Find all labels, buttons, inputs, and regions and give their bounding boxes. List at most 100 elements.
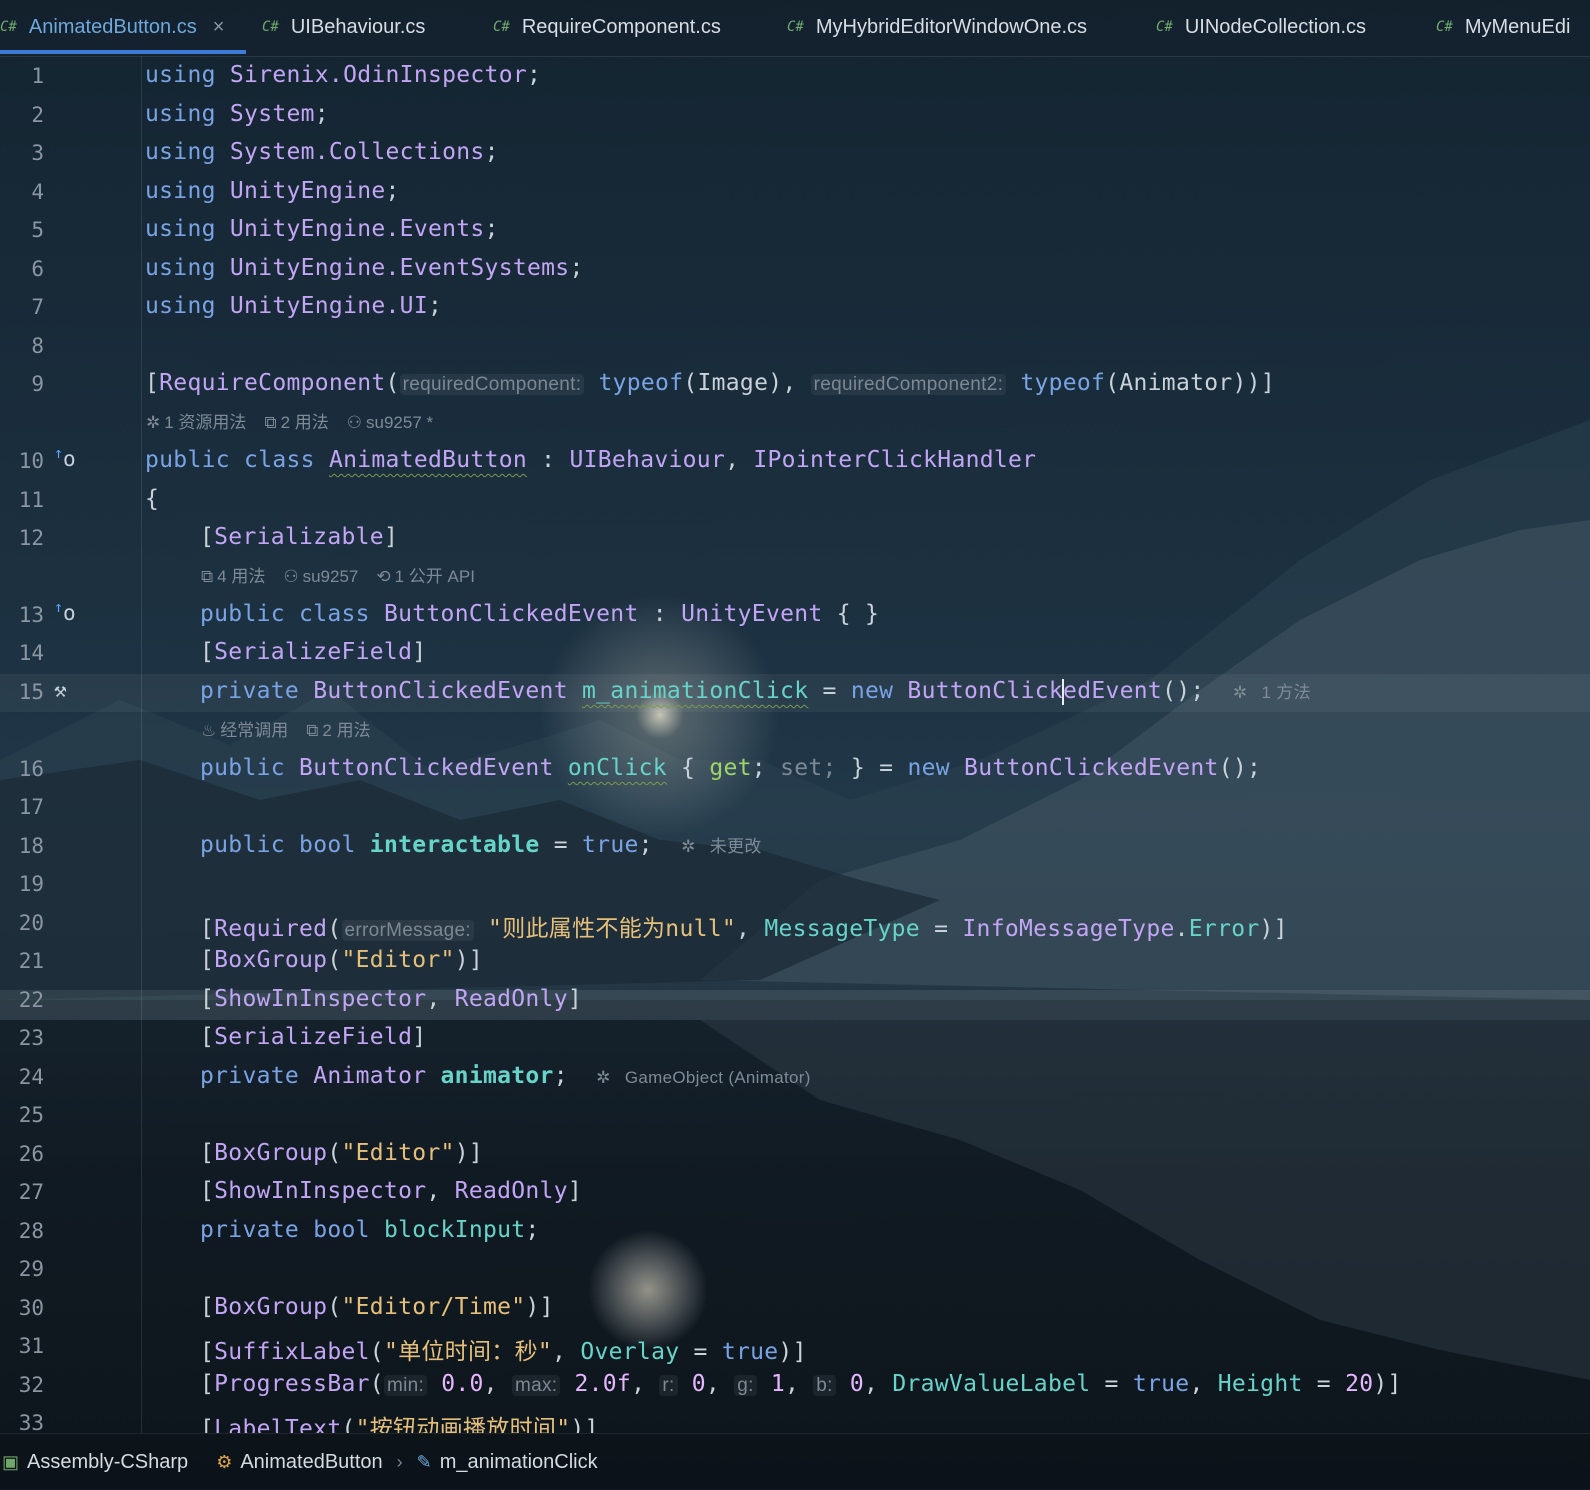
code-line[interactable]: 21 [BoxGroup("Editor")] <box>0 943 1590 981</box>
lens-frequently-called[interactable]: 经常调用 <box>220 721 288 740</box>
parameter-hint: max: <box>511 1375 561 1396</box>
args: (Animator))] <box>1105 370 1275 396</box>
code-line[interactable]: 7 using UnityEngine.UI; <box>0 289 1590 327</box>
punct: ( <box>327 1140 342 1166</box>
keyword: true <box>1132 1371 1190 1397</box>
keyword: class <box>299 601 370 627</box>
tab-uinodecollection[interactable]: C# UINodeCollection.cs <box>1156 0 1366 54</box>
code-line[interactable]: 17 <box>0 789 1590 827</box>
code-text: [BoxGroup("Editor")] <box>200 947 483 973</box>
code-text: [ShowInInspector, ReadOnly] <box>200 1178 582 1204</box>
punct: (); <box>1218 755 1262 781</box>
tab-mymenueditor[interactable]: C# MyMenuEdi <box>1436 0 1570 54</box>
tab-myhybrideditorwindowone[interactable]: C# MyHybridEditorWindowOne.cs <box>787 0 1087 54</box>
keyword: using <box>145 216 216 242</box>
tab-animatedbutton[interactable]: C# AnimatedButton.cs × <box>0 0 224 54</box>
code-line[interactable]: 16 public ButtonClickedEvent onClick { g… <box>0 751 1590 789</box>
implemented-interface-icon[interactable]: ↑o <box>54 598 76 625</box>
code-line[interactable]: 4 using UnityEngine; <box>0 174 1590 212</box>
code-line[interactable]: 1 using Sirenix.OdinInspector; <box>0 58 1590 96</box>
hammer-icon[interactable]: ⚒ <box>54 678 67 702</box>
code-line[interactable]: 5 using UnityEngine.Events; <box>0 212 1590 250</box>
code-editor[interactable]: 1 using Sirenix.OdinInspector; 2 using S… <box>0 56 1590 1433</box>
class-icon: ⚙ <box>216 1451 233 1472</box>
code-line[interactable]: 14 [SerializeField] <box>0 635 1590 673</box>
lens-author[interactable]: su9257 * <box>366 413 433 432</box>
code-line[interactable]: 31 [SuffixLabel("单位时间：秒", Overlay = true… <box>0 1328 1590 1366</box>
code-line[interactable]: 23 [SerializeField] <box>0 1020 1590 1058</box>
code-line[interactable]: 19 <box>0 866 1590 904</box>
code-line[interactable]: 20 [Required(errorMessage: "则此属性不能为null"… <box>0 905 1590 943</box>
inlay-hint[interactable]: 未更改 <box>710 837 762 856</box>
code-line[interactable]: 30 [BoxGroup("Editor/Time")] <box>0 1290 1590 1328</box>
line-number: 7 <box>31 295 44 319</box>
lens-asset-usages[interactable]: 1 资源用法 <box>164 413 246 432</box>
attribute-name: SerializeField <box>214 1024 413 1050</box>
punct: [ <box>200 947 215 973</box>
code-line[interactable]: 25 <box>0 1097 1590 1135</box>
code-text: [ShowInInspector, ReadOnly] <box>200 986 582 1012</box>
code-line[interactable]: 28 private bool blockInput; <box>0 1213 1590 1251</box>
named-argument: Overlay <box>580 1339 680 1365</box>
parameter-hint: min: <box>383 1375 428 1396</box>
code-line[interactable]: 33 [LabelText("按钮动画播放时间")] <box>0 1405 1590 1433</box>
code-line[interactable]: 9 [RequireComponent(requiredComponent: t… <box>0 366 1590 404</box>
keyword: new <box>907 755 950 781</box>
code-line[interactable]: 24 private Animator animator; ✲ GameObje… <box>0 1059 1590 1097</box>
code-text: using UnityEngine.UI; <box>145 293 442 319</box>
keyword: public <box>200 601 285 627</box>
accessor: set; <box>780 755 837 781</box>
namespace: UnityEngine.UI <box>229 293 428 319</box>
tab-uibehaviour[interactable]: C# UIBehaviour.cs <box>262 0 425 54</box>
lens-public-api[interactable]: 1 公开 API <box>395 567 475 586</box>
editor-tab-bar: C# AnimatedButton.cs × C# UIBehaviour.cs… <box>0 0 1590 57</box>
punct: = <box>919 916 963 942</box>
tab-requirecomponent[interactable]: C# RequireComponent.cs <box>493 0 721 54</box>
implemented-interface-icon[interactable]: ↑o <box>54 444 76 471</box>
code-line[interactable]: 6 using UnityEngine.EventSystems; <box>0 251 1590 289</box>
number-literal: 1 <box>770 1371 785 1397</box>
lens-usages[interactable]: 2 用法 <box>322 721 370 740</box>
code-text: [SerializeField] <box>200 1024 426 1050</box>
keyword: using <box>145 255 216 281</box>
code-line[interactable]: 32 [ProgressBar(min: 0.0, max: 2.0f, r: … <box>0 1367 1590 1405</box>
code-text: [BoxGroup("Editor")] <box>200 1140 483 1166</box>
code-line[interactable]: 8 <box>0 328 1590 366</box>
code-lens[interactable]: ♨ 经常调用 ⧉ 2 用法 <box>201 716 371 741</box>
lens-author[interactable]: su9257 <box>303 567 359 586</box>
tab-label: UINodeCollection.cs <box>1184 15 1367 38</box>
code-line[interactable]: 22 [ShowInInspector, ReadOnly] <box>0 982 1590 1020</box>
code-line[interactable]: 12 [Serializable] <box>0 520 1590 558</box>
type-name: ButtonClickedEvent <box>313 678 568 704</box>
keyword: class <box>244 447 315 473</box>
close-tab-icon[interactable]: × <box>213 16 225 39</box>
number-literal: 20 <box>1345 1371 1374 1397</box>
inlay-hint[interactable]: 1 方法 <box>1262 683 1311 702</box>
code-line[interactable]: 27 [ShowInInspector, ReadOnly] <box>0 1174 1590 1212</box>
breadcrumb-project[interactable]: ▣ Assembly-CSharp <box>2 1451 188 1474</box>
code-line[interactable]: 10 ↑o public class AnimatedButton : UIBe… <box>0 443 1590 481</box>
code-text: public class AnimatedButton : UIBehaviou… <box>145 447 1036 473</box>
code-line[interactable]: 29 <box>0 1251 1590 1289</box>
line-number: 14 <box>18 641 44 665</box>
number-literal: 0.0 <box>441 1371 484 1397</box>
lens-usages[interactable]: 2 用法 <box>281 413 329 432</box>
breadcrumb-member[interactable]: ✎ m_animationClick <box>417 1451 598 1474</box>
code-line[interactable]: 11 { <box>0 482 1590 520</box>
lens-usages[interactable]: 4 用法 <box>217 567 265 586</box>
line-number: 11 <box>18 488 44 512</box>
code-lens[interactable]: ⧉ 4 用法 ⚇ su9257 ⟲ 1 公开 API <box>201 562 475 587</box>
punct: [ <box>200 1371 215 1397</box>
inlay-hint[interactable]: GameObject (Animator) <box>625 1068 811 1087</box>
code-line[interactable]: 2 using System; <box>0 97 1590 135</box>
code-lens[interactable]: ✲ 1 资源用法 ⧉ 2 用法 ⚇ su9257 * <box>146 408 433 433</box>
code-line[interactable]: 3 using System.Collections; <box>0 135 1590 173</box>
code-line[interactable]: 18 public bool interactable = true; ✲ 未更… <box>0 828 1590 866</box>
breadcrumb-class[interactable]: ⚙ AnimatedButton <box>216 1451 382 1474</box>
code-text: [SerializeField] <box>200 639 426 665</box>
code-line[interactable]: 26 [BoxGroup("Editor")] <box>0 1136 1590 1174</box>
code-line-current[interactable]: 15 ⚒ private ButtonClickedEvent m_animat… <box>0 674 1590 712</box>
code-line[interactable]: 13 ↑o public class ButtonClickedEvent : … <box>0 597 1590 635</box>
active-tab-indicator <box>0 50 246 54</box>
base-type: UnityEvent <box>681 601 823 627</box>
